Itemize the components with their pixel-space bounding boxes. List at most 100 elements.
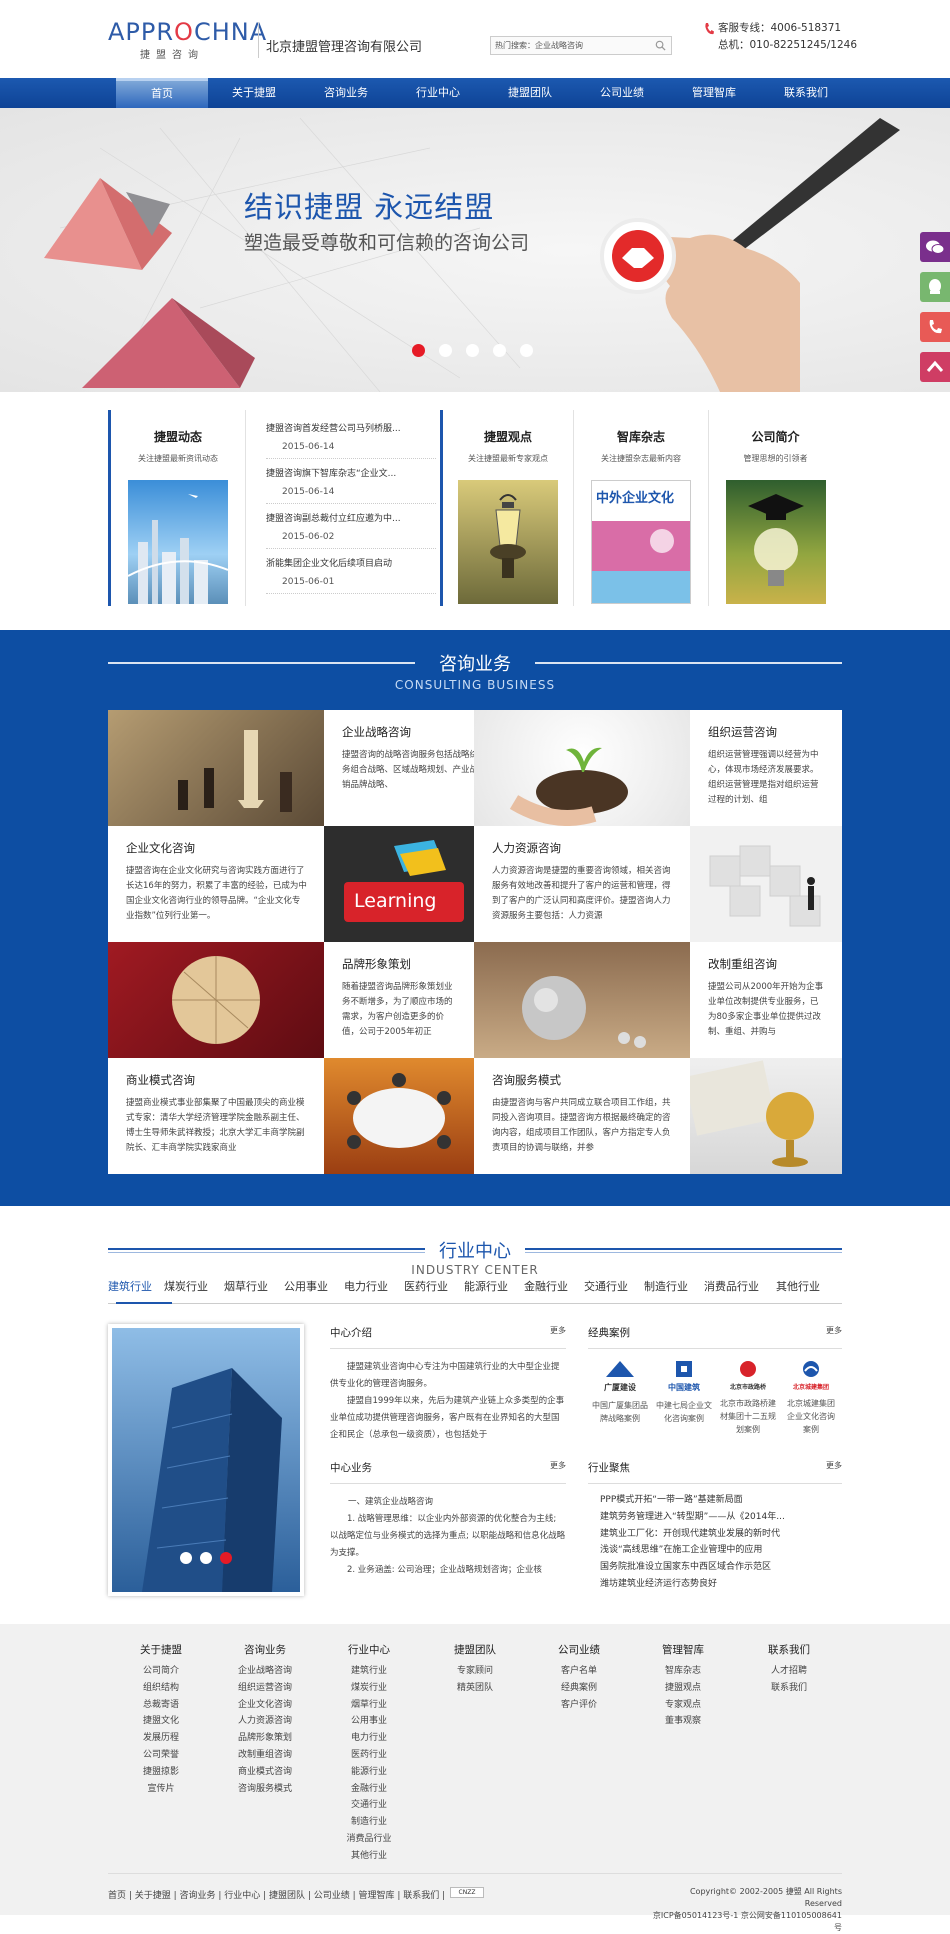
photo-dot[interactable] <box>220 1552 232 1564</box>
footer-link[interactable]: 精英团队 <box>432 1680 518 1697</box>
case-item[interactable]: 北京城建集团 北京城建集团企业文化咨询案例 <box>780 1359 842 1436</box>
phone-button[interactable] <box>920 312 950 342</box>
more-link[interactable]: 更多 <box>550 1325 566 1340</box>
meeting-image[interactable] <box>324 1058 474 1174</box>
tab-power[interactable]: 电力行业 <box>344 1278 404 1294</box>
service-card[interactable]: 咨询服务模式 由捷盟咨询与客户共同成立联合项目工作组，共同投入咨询项目。捷盟咨询方… <box>474 1058 690 1174</box>
focus-item[interactable]: 国务院批准设立国家东中西区域合作示范区 <box>600 1559 842 1576</box>
footer-col-title[interactable]: 联系我们 <box>746 1642 832 1657</box>
footer-link[interactable]: 烟草行业 <box>326 1697 412 1714</box>
footer-link[interactable]: 制造行业 <box>326 1814 412 1831</box>
footer-link[interactable]: 联系我们 <box>746 1680 832 1697</box>
footer-link[interactable]: 客户名单 <box>536 1663 622 1680</box>
service-title[interactable]: 咨询服务模式 <box>492 1072 690 1088</box>
footer-link[interactable]: 交通行业 <box>326 1797 412 1814</box>
footer-link[interactable]: 组织运营咨询 <box>222 1680 308 1697</box>
news-item[interactable]: 捷盟咨询旗下智库杂志“企业文... 2015-06-14 <box>266 459 436 504</box>
nav-item-thinktank[interactable]: 管理智库 <box>668 78 760 108</box>
coin-globe-image[interactable] <box>474 942 690 1058</box>
nav-item-industry[interactable]: 行业中心 <box>392 78 484 108</box>
cases-title[interactable]: 经典案例 <box>588 1325 630 1340</box>
focus-title[interactable]: 行业聚焦 <box>588 1460 630 1475</box>
footer-col-title[interactable]: 管理智库 <box>640 1642 726 1657</box>
focus-item[interactable]: PPP模式开拓“一带一路”基建新局面 <box>600 1492 842 1509</box>
footer-link[interactable]: 专家顾问 <box>432 1663 518 1680</box>
footer-col-title[interactable]: 关于捷盟 <box>118 1642 204 1657</box>
service-title[interactable]: 品牌形象策划 <box>342 956 474 972</box>
center-intro-title[interactable]: 中心介绍 <box>330 1325 372 1340</box>
photo-dot[interactable] <box>180 1552 192 1564</box>
footer-link[interactable]: 能源行业 <box>326 1764 412 1781</box>
tab-transport[interactable]: 交通行业 <box>584 1278 644 1294</box>
tab-consumer[interactable]: 消费品行业 <box>704 1278 776 1294</box>
magazine-title[interactable]: 智库杂志 <box>574 428 708 445</box>
nav-item-team[interactable]: 捷盟团队 <box>484 78 576 108</box>
focus-item[interactable]: 浅谈“高线思维”在施工企业管理中的应用 <box>600 1542 842 1559</box>
service-card[interactable]: 组织运营咨询 组织运营管理强调以经营为中心，体现市场经济发展要求。组织运营管理是指… <box>690 710 842 826</box>
service-card[interactable]: 改制重组咨询 捷盟公司从2000年开始为企事业单位改制提供专业服务，已为80多家企… <box>690 942 842 1058</box>
wechat-button[interactable] <box>920 232 950 262</box>
footer-col-title[interactable]: 咨询业务 <box>222 1642 308 1657</box>
footer-link[interactable]: 煤炭行业 <box>326 1680 412 1697</box>
footer-link[interactable]: 专家观点 <box>640 1697 726 1714</box>
seedling-image[interactable] <box>474 710 690 826</box>
nav-item-consulting[interactable]: 咨询业务 <box>300 78 392 108</box>
news-item[interactable]: 捷盟咨询首发经营公司马列桥服... 2015-06-14 <box>266 414 436 459</box>
nav-item-about[interactable]: 关于捷盟 <box>208 78 300 108</box>
views-image[interactable] <box>458 480 558 604</box>
chess-image[interactable] <box>108 710 324 826</box>
back-to-top-button[interactable] <box>920 352 950 382</box>
icp-text[interactable]: 京ICP备05014123号-1 京公网安备110105008641号 <box>652 1910 842 1934</box>
footer-link[interactable]: 捷盟掠影 <box>118 1764 204 1781</box>
learning-image[interactable]: Learning <box>324 826 474 942</box>
footer-link[interactable]: 企业战略咨询 <box>222 1663 308 1680</box>
footer-link[interactable]: 其他行业 <box>326 1848 412 1865</box>
carousel-dot[interactable] <box>520 344 533 357</box>
tab-tobacco[interactable]: 烟草行业 <box>224 1278 284 1294</box>
nav-item-contact[interactable]: 联系我们 <box>760 78 852 108</box>
news-title[interactable]: 浙能集团企业文化后续项目启动 <box>266 556 436 569</box>
news-title[interactable]: 捷盟咨询旗下智库杂志“企业文... <box>266 466 436 479</box>
globe-blocks-image[interactable] <box>108 942 324 1058</box>
footer-links[interactable]: 首页 | 关于捷盟 | 咨询业务 | 行业中心 | 捷盟团队 | 公司业绩 | … <box>108 1888 445 1901</box>
service-card[interactable]: 人力资源咨询 人力资源咨询是捷盟的重要咨询领域，相关咨询服务有效地改善和提升了客户… <box>474 826 690 942</box>
nav-item-performance[interactable]: 公司业绩 <box>576 78 668 108</box>
footer-link[interactable]: 组织结构 <box>118 1680 204 1697</box>
service-card[interactable]: 品牌形象策划 随着捷盟咨询品牌形象策划业务不断增多，为了顺应市场的需求，为客户创造… <box>324 942 474 1058</box>
service-title[interactable]: 人力资源咨询 <box>492 840 690 856</box>
footer-link[interactable]: 人才招聘 <box>746 1663 832 1680</box>
footer-link[interactable]: 建筑行业 <box>326 1663 412 1680</box>
search-input[interactable]: 热门搜索：企业战略咨询 <box>495 40 583 51</box>
carousel-dot[interactable] <box>439 344 452 357</box>
tab-pharma[interactable]: 医药行业 <box>404 1278 464 1294</box>
search-icon[interactable] <box>655 40 666 51</box>
footer-link[interactable]: 改制重组咨询 <box>222 1747 308 1764</box>
tab-other[interactable]: 其他行业 <box>776 1278 832 1294</box>
footer-link[interactable]: 品牌形象策划 <box>222 1730 308 1747</box>
footer-link[interactable]: 人力资源咨询 <box>222 1713 308 1730</box>
footer-link[interactable]: 电力行业 <box>326 1730 412 1747</box>
footer-link[interactable]: 宣传片 <box>118 1781 204 1798</box>
footer-link[interactable]: 公用事业 <box>326 1713 412 1730</box>
dynamics-title[interactable]: 捷盟动态 <box>111 428 245 445</box>
carousel-dot[interactable] <box>412 344 425 357</box>
photo-dot[interactable] <box>200 1552 212 1564</box>
focus-item[interactable]: 潍坊建筑业经济运行态势良好 <box>600 1576 842 1593</box>
service-card[interactable]: 商业模式咨询 捷盟商业模式事业部集聚了中国最顶尖的商业模式专家：清华大学经济管理学… <box>108 1058 324 1174</box>
dynamics-image[interactable] <box>128 480 228 604</box>
industry-photo[interactable] <box>108 1324 304 1596</box>
cnzz-badge[interactable]: CNZZ <box>450 1887 484 1898</box>
footer-link[interactable]: 公司简介 <box>118 1663 204 1680</box>
views-title[interactable]: 捷盟观点 <box>443 428 573 445</box>
footer-link[interactable]: 经典案例 <box>536 1680 622 1697</box>
footer-link[interactable]: 发展历程 <box>118 1730 204 1747</box>
case-item[interactable]: 中国建筑 中建七局企业文化咨询案例 <box>652 1359 716 1436</box>
case-item[interactable]: 广厦建设 中国广厦集团品牌战略案例 <box>588 1359 652 1436</box>
footer-link[interactable]: 客户评价 <box>536 1697 622 1714</box>
nav-item-home[interactable]: 首页 <box>116 78 208 108</box>
footer-link[interactable]: 商业模式咨询 <box>222 1764 308 1781</box>
more-link[interactable]: 更多 <box>826 1460 842 1475</box>
tab-coal[interactable]: 煤炭行业 <box>164 1278 224 1294</box>
service-title[interactable]: 企业文化咨询 <box>126 840 324 856</box>
footer-col-title[interactable]: 公司业绩 <box>536 1642 622 1657</box>
